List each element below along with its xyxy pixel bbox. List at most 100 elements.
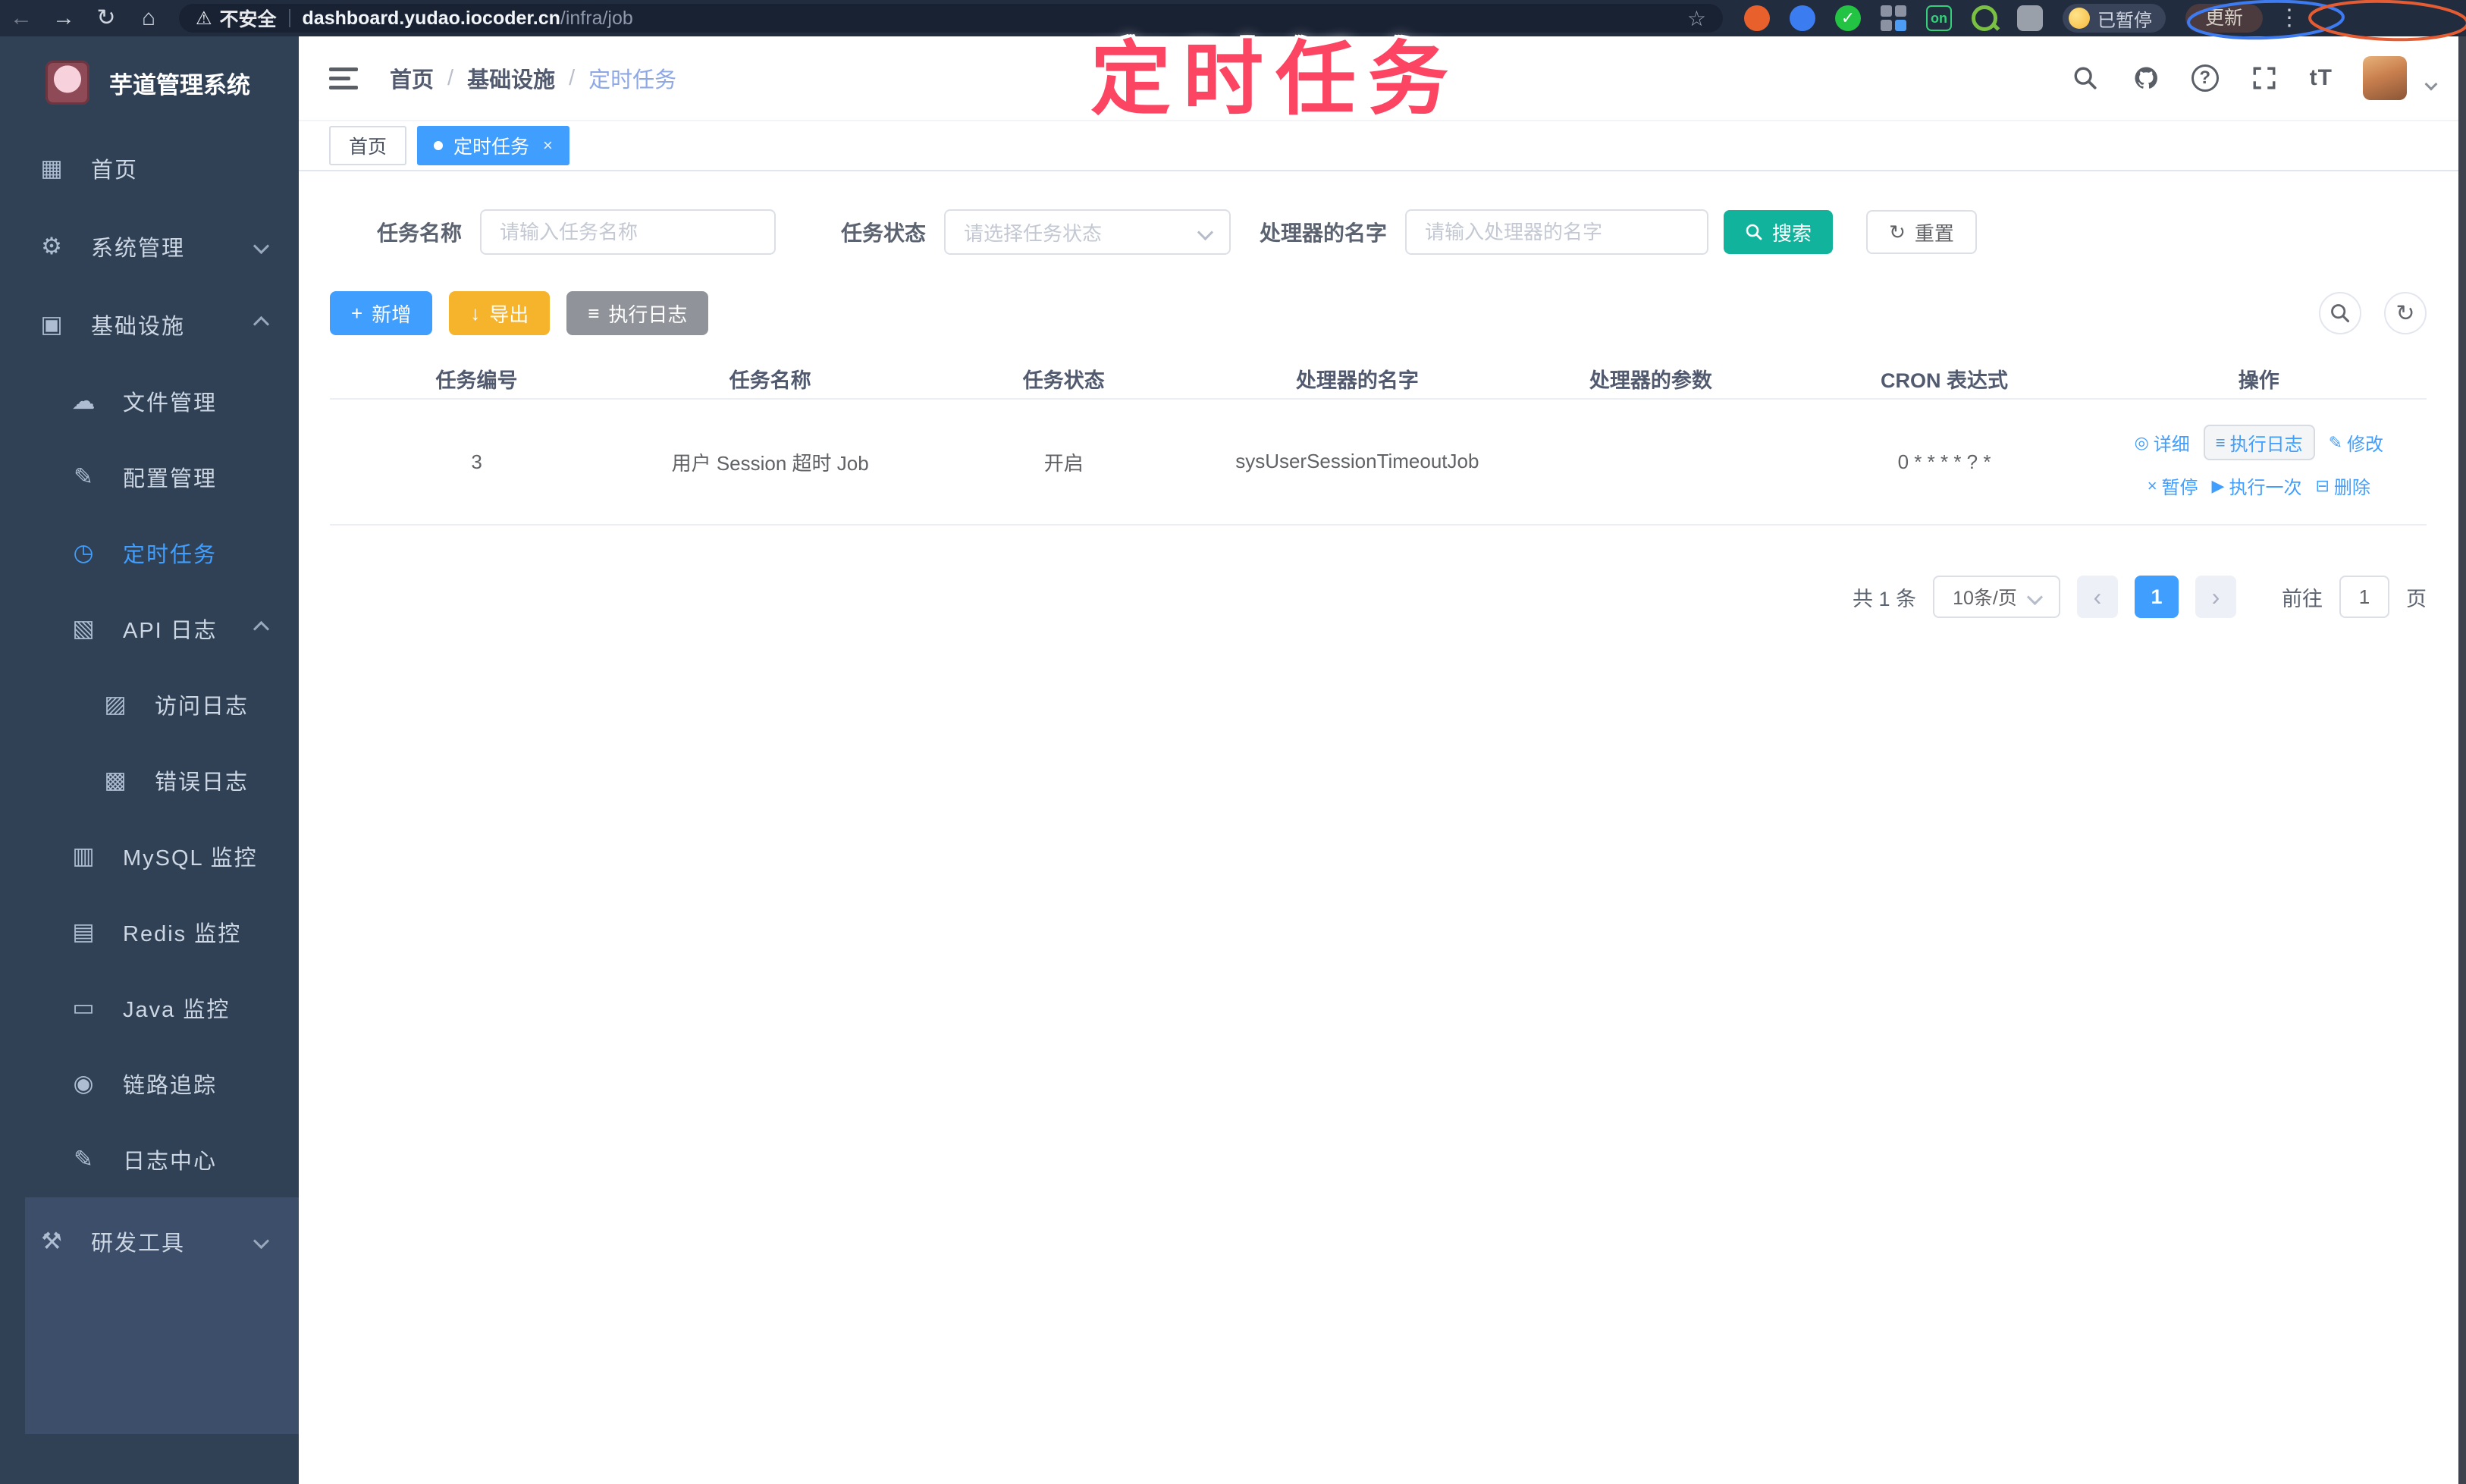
- access-log-icon: ▨: [104, 691, 127, 717]
- browser-reload-icon[interactable]: ↻: [85, 0, 127, 36]
- search-icon: [1746, 224, 1762, 240]
- goto-page-input[interactable]: [2339, 576, 2389, 618]
- avatar-caret-icon[interactable]: [2424, 77, 2438, 91]
- sidebar-item-scheduled-jobs[interactable]: ◷ 定时任务: [0, 515, 299, 591]
- sidebar-collapse-icon[interactable]: [329, 67, 358, 89]
- table-row[interactable]: 3 用户 Session 超时 Job 开启 sysUserSessionTim…: [330, 399, 2427, 526]
- tab-label: 首页: [349, 136, 387, 158]
- profile-emoji-avatar: [2069, 8, 2090, 29]
- execution-log-button[interactable]: ≡ 执行日志: [566, 291, 709, 335]
- app-title: 芋道管理系统: [109, 71, 250, 99]
- address-bar[interactable]: ⚠ 不安全 dashboard.yudao.iocoder.cn /infra/…: [179, 4, 1723, 33]
- search-icon[interactable]: [2070, 63, 2100, 93]
- run-once-link[interactable]: ▶ 执行一次: [2212, 472, 2302, 499]
- sidebar-item-access-log[interactable]: ▨ 访问日志: [0, 667, 299, 742]
- sidebar-item-infra[interactable]: ▣ 基础设施: [0, 285, 299, 363]
- sidebar-item-label: 基础设施: [91, 314, 186, 339]
- user-avatar[interactable]: [2363, 56, 2407, 100]
- page-size-select[interactable]: 10条/页: [1933, 576, 2060, 618]
- extension-orange-icon[interactable]: [1744, 5, 1770, 31]
- sidebar-item-system[interactable]: ⚙ 系统管理: [0, 207, 299, 285]
- job-name-label: 任务名称: [377, 221, 463, 245]
- toggle-search-button[interactable]: [2319, 292, 2361, 334]
- row-execution-log-link[interactable]: ≡ 执行日志: [2203, 425, 2315, 460]
- tab-scheduled-jobs[interactable]: 定时任务 ×: [417, 126, 569, 165]
- current-page-button[interactable]: 1: [2135, 576, 2179, 618]
- delete-link[interactable]: ⊟ 删除: [2315, 472, 2370, 499]
- sidebar-item-redis-monitor[interactable]: ▤ Redis 监控: [0, 894, 299, 970]
- main-area: 首页 / 基础设施 / 定时任务 ? tT 首页 定时任务 × 任务名称 请输入…: [299, 36, 2466, 1484]
- col-actions: 操作: [2091, 359, 2427, 400]
- export-button[interactable]: ↓ 导出: [449, 291, 551, 335]
- breadcrumb-infra[interactable]: 基础设施: [467, 62, 555, 94]
- sidebar-item-config-manage[interactable]: ✎ 配置管理: [0, 439, 299, 515]
- page-content: 任务名称 任务状态 请选择任务状态 处理器的名字 搜索 ↻ 重置: [299, 171, 2466, 618]
- sidebar-item-mysql-monitor[interactable]: ▥ MySQL 监控: [0, 818, 299, 894]
- sidebar-item-label: 日志中心: [123, 1150, 218, 1174]
- browser-forward-icon[interactable]: →: [42, 0, 85, 36]
- breadcrumb-separator: /: [569, 65, 576, 90]
- cell-job-status: 开启: [917, 399, 1211, 526]
- sidebar-devtools-block: ⚒ 研发工具: [25, 1197, 299, 1434]
- job-status-label: 任务状态: [841, 221, 927, 245]
- reset-button[interactable]: ↻ 重置: [1866, 210, 1977, 254]
- browser-menu-icon[interactable]: ⋮: [2278, 0, 2301, 36]
- page-header: 首页 / 基础设施 / 定时任务 ? tT: [299, 36, 2466, 121]
- extension-blue-icon[interactable]: [1790, 5, 1815, 31]
- add-button[interactable]: + 新增: [330, 291, 433, 335]
- refresh-table-button[interactable]: ↻: [2384, 292, 2427, 334]
- close-icon[interactable]: ×: [543, 136, 553, 155]
- download-icon: ↓: [470, 301, 481, 325]
- chevron-up-icon: [253, 315, 270, 333]
- not-secure-label[interactable]: 不安全: [220, 5, 277, 32]
- pause-link[interactable]: × 暂停: [2148, 472, 2198, 499]
- browser-home-icon[interactable]: ⌂: [127, 0, 170, 36]
- trash-icon: ⊟: [2315, 475, 2330, 495]
- sidebar-item-file-manage[interactable]: ☁ 文件管理: [0, 363, 299, 439]
- detail-link[interactable]: ◎ 详细: [2135, 429, 2190, 456]
- app-logo-row[interactable]: 芋道管理系统: [0, 36, 299, 129]
- font-size-icon[interactable]: tT: [2310, 65, 2333, 91]
- prev-page-button[interactable]: ‹: [2077, 576, 2118, 618]
- help-icon[interactable]: ?: [2191, 64, 2219, 92]
- sidebar-item-devtools[interactable]: ⚒ 研发工具: [25, 1202, 299, 1280]
- sidebar-item-home[interactable]: ▦ 首页: [0, 129, 299, 207]
- sidebar: 芋道管理系统 ▦ 首页 ⚙ 系统管理 ▣ 基础设施 ☁ 文件管理 ✎ 配置管理 …: [0, 36, 299, 1484]
- job-status-select[interactable]: 请选择任务状态: [944, 209, 1231, 255]
- search-button[interactable]: 搜索: [1724, 210, 1834, 254]
- sidebar-item-tracing[interactable]: ◉ 链路追踪: [0, 1046, 299, 1122]
- handler-name-label: 处理器的名字: [1260, 221, 1388, 245]
- extension-magnifier-icon[interactable]: [1972, 5, 1997, 31]
- extension-puzzle-icon[interactable]: [2017, 5, 2043, 31]
- select-placeholder: 请选择任务状态: [964, 221, 1103, 245]
- pagination: 共 1 条 10条/页 ‹ 1 › 前往 页: [330, 576, 2427, 618]
- job-name-input[interactable]: [480, 209, 777, 255]
- active-dot-icon: [434, 141, 444, 150]
- table-toolbar: + 新增 ↓ 导出 ≡ 执行日志 ↻: [330, 291, 2427, 335]
- profile-paused-badge[interactable]: 已暂停: [2063, 4, 2166, 33]
- sidebar-item-api-log[interactable]: ▧ API 日志: [0, 591, 299, 667]
- fullscreen-icon[interactable]: [2249, 63, 2279, 93]
- sidebar-item-java-monitor[interactable]: ▭ Java 监控: [0, 970, 299, 1046]
- chevron-down-icon: [253, 237, 270, 255]
- extension-check-icon[interactable]: ✓: [1835, 5, 1861, 31]
- tools-icon: ⚒: [41, 1227, 62, 1254]
- col-job-status: 任务状态: [917, 359, 1211, 400]
- modify-link[interactable]: ✎ 修改: [2329, 429, 2383, 456]
- next-page-button[interactable]: ›: [2195, 576, 2236, 618]
- sidebar-item-error-log[interactable]: ▩ 错误日志: [0, 742, 299, 818]
- sidebar-item-label: 首页: [91, 158, 139, 183]
- bookmark-star-icon[interactable]: ☆: [1687, 6, 1706, 31]
- sidebar-item-log-center[interactable]: ✎ 日志中心: [0, 1122, 299, 1197]
- play-icon: ▶: [2211, 475, 2225, 495]
- tab-home[interactable]: 首页: [329, 126, 407, 165]
- page-scrollbar[interactable]: [2458, 36, 2466, 1484]
- browser-update-button[interactable]: 更新: [2185, 4, 2264, 33]
- extension-on-badge-icon[interactable]: on: [1926, 5, 1952, 31]
- edit-icon: ✎: [74, 463, 93, 490]
- handler-name-input[interactable]: [1405, 209, 1709, 255]
- extension-grid-icon[interactable]: [1881, 5, 1906, 31]
- github-icon[interactable]: [2131, 63, 2161, 93]
- browser-back-icon[interactable]: ←: [0, 0, 42, 36]
- breadcrumb-home[interactable]: 首页: [390, 62, 434, 94]
